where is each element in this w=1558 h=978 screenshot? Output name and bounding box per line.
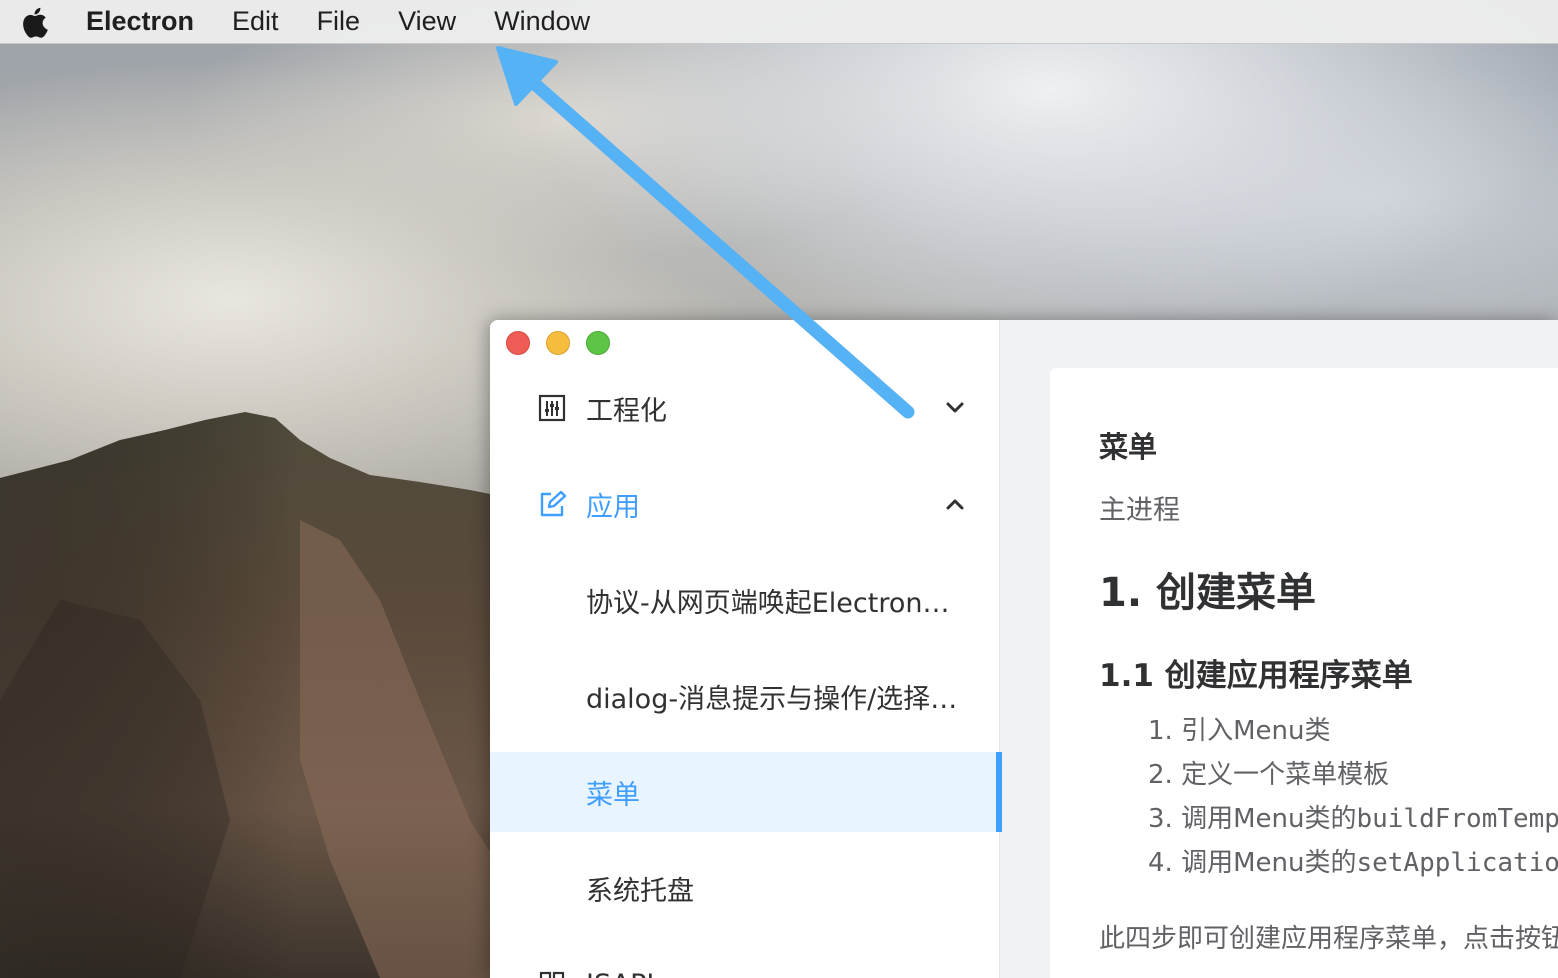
sidebar-item-protocol[interactable]: 协议-从网页端唤起Electron应用 bbox=[490, 560, 1000, 640]
sidebar-item-label: dialog-消息提示与操作/选择文件 bbox=[586, 683, 958, 715]
chevron-up-icon bbox=[946, 499, 964, 510]
close-button[interactable] bbox=[506, 331, 530, 355]
sidebar-group-label: 应用 bbox=[586, 491, 640, 523]
doc-paragraph: 此四步即可创建应用程序菜单，点击按钮 bbox=[1099, 924, 1558, 954]
menu-window[interactable]: Window bbox=[494, 6, 590, 37]
chevron-down-icon bbox=[946, 402, 964, 413]
step-number: 1. bbox=[1148, 716, 1173, 746]
sidebar-item-label: 菜单 bbox=[586, 779, 640, 811]
grid-icon bbox=[539, 971, 565, 978]
step-text: 调用Menu类的 bbox=[1181, 848, 1357, 878]
sidebar-item-menu[interactable]: 菜单 bbox=[490, 752, 1002, 832]
sidebar-item-label: 系统托盘 bbox=[586, 875, 694, 907]
step-number: 3. bbox=[1148, 804, 1173, 834]
step-code: buildFromTemplate bbox=[1356, 804, 1558, 834]
doc-heading-2: 1.1 创建应用程序菜单 bbox=[1099, 658, 1413, 694]
menu-edit[interactable]: Edit bbox=[232, 6, 279, 37]
maximize-button[interactable] bbox=[586, 331, 610, 355]
menu-view[interactable]: View bbox=[398, 6, 456, 37]
sidebar-group-label: JSAPI bbox=[586, 969, 654, 978]
sliders-icon bbox=[538, 394, 566, 422]
step-text: 调用Menu类的 bbox=[1181, 804, 1357, 834]
step-text: 引入Menu类 bbox=[1181, 716, 1331, 746]
app-window: 工程化 应用 协议-从网页端唤起Electron应用 dialog-消息提示与操… bbox=[490, 320, 1558, 978]
sidebar-item-tray[interactable]: 系统托盘 bbox=[490, 848, 1000, 928]
sidebar-item-label: 协议-从网页端唤起Electron应用 bbox=[586, 587, 958, 619]
apple-icon[interactable] bbox=[18, 5, 48, 39]
step-text: 定义一个菜单模板 bbox=[1181, 760, 1390, 790]
list-item: 3. 调用Menu类的buildFromTemplate bbox=[1148, 798, 1558, 842]
window-controls bbox=[506, 331, 610, 355]
edit-icon bbox=[540, 490, 567, 517]
sidebar-group-label: 工程化 bbox=[586, 395, 667, 427]
sidebar-item-dialog[interactable]: dialog-消息提示与操作/选择文件 bbox=[490, 656, 1000, 736]
sidebar-group-application[interactable]: 应用 bbox=[490, 464, 1000, 544]
steps-list: 1. 引入Menu类 2. 定义一个菜单模板 3. 调用Menu类的buildF… bbox=[1148, 710, 1558, 886]
list-item: 2. 定义一个菜单模板 bbox=[1148, 754, 1558, 798]
step-number: 4. bbox=[1148, 848, 1173, 878]
doc-subtitle: 主进程 bbox=[1099, 495, 1180, 526]
step-code: setApplicationMenu bbox=[1356, 848, 1558, 878]
list-item: 4. 调用Menu类的setApplicationMenu bbox=[1148, 842, 1558, 886]
doc-content: 菜单 主进程 1. 创建菜单 1.1 创建应用程序菜单 1. 引入Menu类 2… bbox=[1050, 368, 1558, 978]
menu-file[interactable]: File bbox=[317, 6, 361, 37]
doc-heading-1: 1. 创建菜单 bbox=[1099, 570, 1316, 616]
sidebar-menu: 工程化 应用 协议-从网页端唤起Electron应用 dialog-消息提示与操… bbox=[490, 320, 1002, 978]
list-item: 1. 引入Menu类 bbox=[1148, 710, 1558, 754]
macos-menu-bar: Electron Edit File View Window bbox=[0, 0, 1558, 44]
minimize-button[interactable] bbox=[546, 331, 570, 355]
sidebar-group-engineering[interactable]: 工程化 bbox=[490, 368, 1000, 448]
menu-app-name[interactable]: Electron bbox=[86, 6, 194, 37]
step-number: 2. bbox=[1148, 760, 1173, 790]
sidebar-group-jsapi[interactable]: JSAPI bbox=[490, 944, 1000, 978]
doc-title: 菜单 bbox=[1099, 430, 1158, 464]
